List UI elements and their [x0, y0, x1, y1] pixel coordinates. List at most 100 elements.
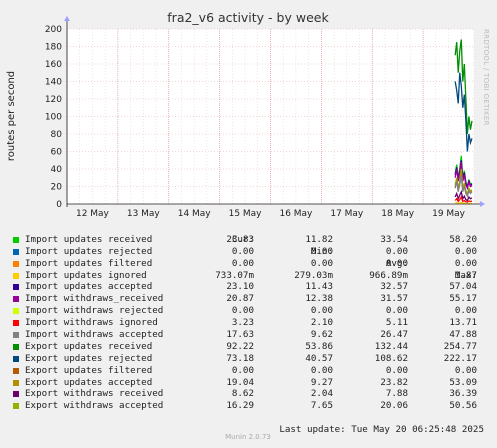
- legend-row: Import updates filtered 0.00 0.00 0.00 0.00: [0, 258, 497, 270]
- legend-label: Import updates received: [25, 233, 153, 245]
- legend-header: Cur: Min: Avg: Max:: [0, 222, 497, 281]
- legend-min-value: 0.00: [310, 257, 333, 269]
- legend-swatch: [13, 367, 19, 374]
- legend-min-value: 11.82: [305, 233, 333, 245]
- legend-swatch: [13, 391, 19, 398]
- legend-row: Import updates ignored 733.07m 279.03m 966.…: [0, 270, 497, 282]
- legend-cur-value: 92.22: [226, 340, 254, 352]
- legend-label: Import updates filtered: [25, 257, 153, 269]
- legend-label: Import withdraws_received: [25, 293, 164, 305]
- legend-cur-value: 19.04: [226, 376, 254, 388]
- legend-row: Export updates filtered 0.00 0.00 0.00 0.00: [0, 365, 497, 377]
- chart: 0 20 40 60 80 100 120 140 160 180 200 12 May 13 May…: [6, 10, 490, 219]
- legend-cur-value: 0.00: [231, 305, 254, 317]
- x-tick-label: 15 May: [229, 209, 263, 219]
- y-tick-labels: 0 20 40 60 80 100 120 140 160 180 200: [45, 25, 62, 210]
- legend-avg-value: 33.54: [380, 233, 408, 245]
- y-tick-label: 80: [51, 130, 63, 140]
- legend-min-value: 40.57: [305, 352, 333, 364]
- rrdtool-credit: RRDTOOL / TOBI OETIKER: [482, 29, 490, 126]
- legend-min-value: 2.04: [310, 388, 333, 400]
- legend-cur-value: 733.07m: [215, 269, 254, 281]
- legend-avg-value: 5.11: [385, 317, 408, 329]
- legend-max-value: 1.87: [454, 269, 477, 281]
- x-tick-label: 19 May: [432, 209, 466, 219]
- y-tick-label: 140: [45, 78, 62, 88]
- y-tick-label: 100: [45, 113, 62, 123]
- legend-cur-value: 23.10: [226, 281, 254, 293]
- legend-max-value: 58.20: [449, 233, 477, 245]
- last-update: Last update: Tue May 20 06:25:48 2025: [0, 412, 497, 435]
- legend-avg-value: 0.00: [385, 245, 408, 257]
- legend-avg-value: 0.00: [385, 364, 408, 376]
- legend-avg-value: 108.62: [374, 352, 408, 364]
- legend-swatch: [13, 343, 19, 350]
- legend-label: Import withdraws ignored: [25, 317, 158, 329]
- legend-swatch: [13, 272, 19, 279]
- legend-row: Import withdraws rejected 0.00 0.00 0.00 0.0…: [0, 305, 497, 317]
- legend-min-value: 0.00: [310, 305, 333, 317]
- legend-avg-value: 7.88: [385, 388, 408, 400]
- legend-label: Import updates accepted: [25, 281, 153, 293]
- legend-row: Export updates accepted 19.04 9.27 23.82 53.…: [0, 377, 497, 389]
- legend-min-value: 0.00: [310, 245, 333, 257]
- x-tick-label: 18 May: [381, 209, 415, 219]
- x-tick-label: 16 May: [279, 209, 313, 219]
- legend-swatch: [13, 308, 19, 315]
- legend-avg-value: 23.82: [380, 376, 408, 388]
- legend-max-value: 53.09: [449, 376, 477, 388]
- legend-label: Export withdraws accepted: [25, 400, 164, 412]
- legend-max-value: 47.88: [449, 329, 477, 341]
- legend-swatch: [13, 355, 19, 362]
- legend-min-value: 2.10: [310, 317, 333, 329]
- legend-swatch: [13, 236, 19, 243]
- legend-cur-value: 17.63: [226, 329, 254, 341]
- legend-max-value: 0.00: [454, 245, 477, 257]
- legend-label: Import updates rejected: [25, 245, 153, 257]
- legend-max-value: 0.00: [454, 305, 477, 317]
- y-tick-label: 40: [51, 165, 63, 175]
- chart-title: fra2_v6 activity - by week: [167, 10, 329, 25]
- legend-max-value: 57.04: [449, 281, 477, 293]
- y-tick-label: 20: [51, 183, 63, 193]
- legend-swatch: [13, 284, 19, 291]
- legend-label: Export updates rejected: [25, 352, 153, 364]
- legend-label: Import updates ignored: [25, 269, 147, 281]
- legend-label: Export updates accepted: [25, 376, 153, 388]
- legend-cur-value: 0.00: [231, 245, 254, 257]
- footer: Munin 2.0.73: [225, 433, 271, 441]
- legend-max-value: 50.56: [449, 400, 477, 412]
- y-tick-label: 120: [45, 95, 62, 105]
- legend-label: Import withdraws accepted: [25, 329, 164, 341]
- x-tick-labels: 12 May 13 May 14 May 15 May 16 May 17 May 18 M…: [76, 209, 466, 219]
- legend-max-value: 222.17: [443, 352, 477, 364]
- x-tick-label: 12 May: [76, 209, 110, 219]
- legend-avg-value: 966.89m: [369, 269, 408, 281]
- legend-cur-value: 3.23: [231, 317, 254, 329]
- legend-swatch: [13, 260, 19, 267]
- legend: Cur: Min: Avg: Max: Import updates recei…: [0, 222, 497, 435]
- legend-min-value: 12.38: [305, 293, 333, 305]
- legend-swatch: [13, 332, 19, 339]
- legend-row: Export updates received 92.22 53.86 132.44 2…: [0, 341, 497, 353]
- legend-cur-value: 23.83: [226, 233, 254, 245]
- legend-avg-value: 132.44: [374, 340, 408, 352]
- legend-max-value: 0.00: [454, 257, 477, 269]
- x-tick-label: 14 May: [178, 209, 212, 219]
- legend-cur-value: 20.87: [226, 293, 254, 305]
- legend-rows: Import updates received 23.83 11.82 33.54 58…: [0, 234, 497, 412]
- legend-avg-value: 20.06: [380, 400, 408, 412]
- legend-max-value: 0.00: [454, 364, 477, 376]
- legend-avg-value: 32.57: [380, 281, 408, 293]
- legend-label: Export withdraws received: [25, 388, 164, 400]
- legend-avg-value: 26.47: [380, 329, 408, 341]
- legend-row: Export withdraws accepted 16.29 7.65 20.06 5…: [0, 400, 497, 412]
- legend-swatch: [13, 379, 19, 386]
- legend-label: Export updates received: [25, 340, 153, 352]
- legend-swatch: [13, 248, 19, 255]
- legend-min-value: 279.03m: [294, 269, 333, 281]
- x-tick-label: 13 May: [127, 209, 161, 219]
- x-axis-arrow: [480, 201, 485, 207]
- legend-cur-value: 73.18: [226, 352, 254, 364]
- y-tick-label: 60: [51, 148, 63, 158]
